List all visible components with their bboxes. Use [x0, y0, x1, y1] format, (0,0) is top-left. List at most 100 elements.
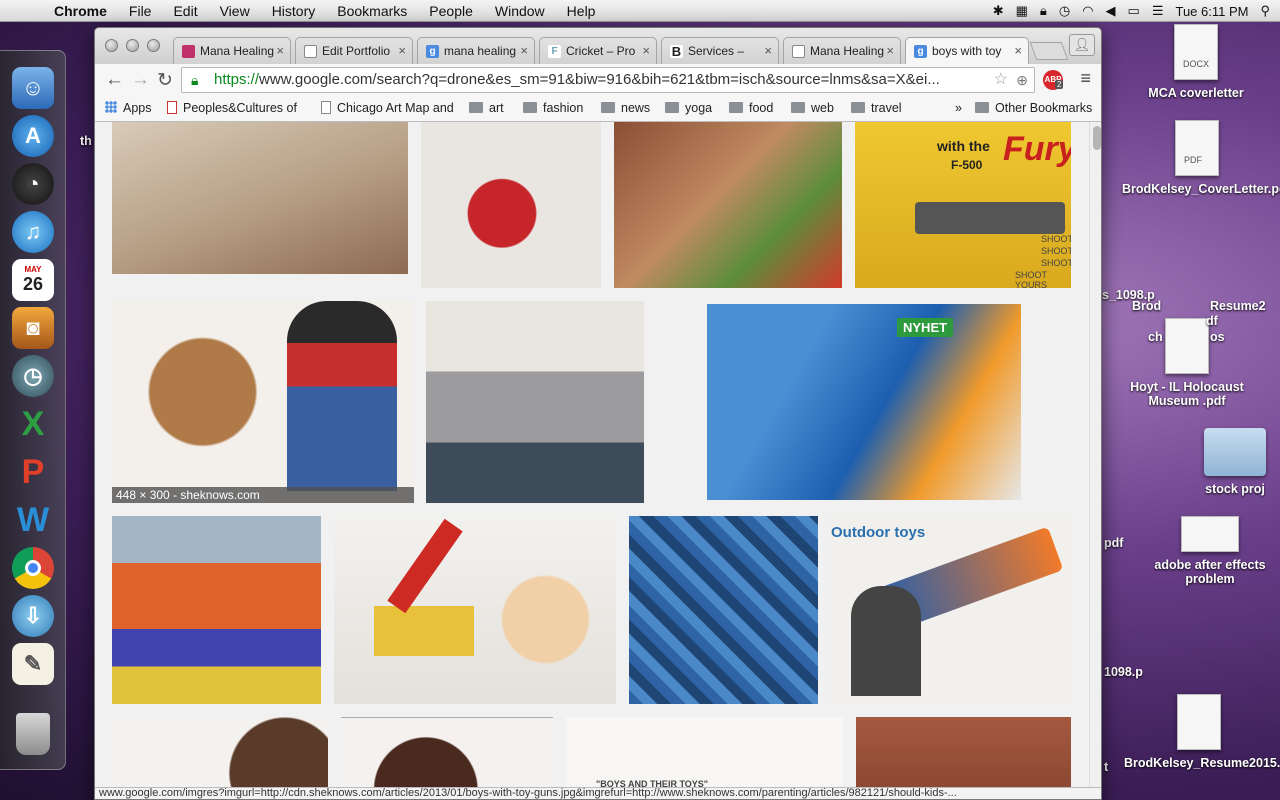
- image-result-fury-ad[interactable]: with the Fury F-500 SHOOT SHOOT SHOOT SH…: [855, 122, 1071, 288]
- minimize-window-button[interactable]: [126, 39, 139, 52]
- desktop-file-coverletter-pdf[interactable]: PDF BrodKelsey_CoverLetter.pdf: [1122, 120, 1280, 196]
- menu-history[interactable]: History: [261, 3, 327, 19]
- menu-edit[interactable]: Edit: [162, 3, 208, 19]
- tab-mana-healing-2[interactable]: Mana Healing ×: [783, 37, 901, 64]
- volume-icon[interactable]: ◀: [1106, 3, 1116, 19]
- battery-icon[interactable]: ▭: [1128, 3, 1140, 19]
- tab-cricket[interactable]: F Cricket – Pro ×: [539, 37, 657, 64]
- powerpoint-icon[interactable]: P: [12, 451, 54, 493]
- close-icon[interactable]: ×: [642, 43, 650, 58]
- bookmark-star-icon[interactable]: ☆: [994, 68, 1008, 92]
- image-result[interactable]: [112, 717, 328, 790]
- image-result[interactable]: [334, 516, 616, 704]
- secure-lock-icon: 🔒︎: [191, 72, 199, 88]
- image-result[interactable]: [426, 301, 644, 503]
- bookmark-folder-food[interactable]: food: [729, 101, 773, 115]
- finder-icon[interactable]: ☺: [12, 67, 54, 109]
- app-store-icon[interactable]: A: [12, 115, 54, 157]
- tab-mana-healing-1[interactable]: Mana Healing ×: [173, 37, 291, 64]
- image-result[interactable]: [112, 122, 408, 274]
- grid-icon[interactable]: ▦: [1016, 3, 1028, 19]
- spotlight-icon[interactable]: ⚲: [1260, 3, 1270, 19]
- bluetooth-icon[interactable]: ✱: [993, 3, 1004, 19]
- menu-people[interactable]: People: [418, 3, 484, 19]
- desktop-file-after-effects[interactable]: adobe after effects problem: [1140, 516, 1280, 586]
- itunes-icon[interactable]: ♫: [12, 211, 54, 253]
- dashboard-icon[interactable]: ◔: [12, 163, 54, 205]
- time-machine-icon[interactable]: ◷: [1059, 3, 1070, 19]
- close-icon[interactable]: ×: [398, 43, 406, 58]
- back-arrow-icon[interactable]: ←: [105, 69, 124, 91]
- bookmark-other-bookmarks[interactable]: Other Bookmarks: [975, 101, 1092, 115]
- scrollbar-thumb[interactable]: [1093, 126, 1101, 150]
- zoom-icon[interactable]: ⊕: [1016, 68, 1028, 92]
- menu-view[interactable]: View: [209, 3, 261, 19]
- new-tab-button[interactable]: [1029, 42, 1069, 60]
- bookmark-folder-web[interactable]: web: [791, 101, 834, 115]
- menu-window[interactable]: Window: [484, 3, 556, 19]
- bookmark-folder-fashion[interactable]: fashion: [523, 101, 583, 115]
- page-icon: [792, 45, 805, 58]
- image-result-nerf-ad[interactable]: NYHET: [707, 304, 1021, 500]
- address-bar[interactable]: 🔒︎ https://www.google.com/search?q=drone…: [181, 67, 1035, 93]
- menu-help[interactable]: Help: [556, 3, 607, 19]
- desktop-folder-stock-proj[interactable]: stock proj: [1192, 428, 1278, 496]
- image-result-cowboy-kids[interactable]: 448 × 300 - sheknows.com: [112, 301, 414, 503]
- bookmark-label: art: [489, 101, 504, 115]
- tab-edit-portfolio[interactable]: Edit Portfolio ×: [295, 37, 413, 64]
- bookmark-folder-art[interactable]: art: [469, 101, 504, 115]
- close-icon[interactable]: ×: [764, 43, 772, 58]
- desktop-fragment: pdf: [1104, 536, 1124, 550]
- calendar-icon[interactable]: MAY 26: [12, 259, 54, 301]
- excel-icon[interactable]: X: [12, 403, 54, 445]
- clock-text[interactable]: Tue 6:11 PM: [1175, 4, 1248, 19]
- bookmark-peoples-cultures[interactable]: Peoples&Cultures of: [167, 101, 303, 115]
- chrome-menu-icon[interactable]: ≡: [1080, 68, 1091, 89]
- profile-icon[interactable]: 👤︎: [1069, 34, 1095, 56]
- close-icon[interactable]: ×: [276, 43, 284, 58]
- chrome-icon[interactable]: [12, 547, 54, 589]
- image-result[interactable]: [629, 516, 818, 704]
- vertical-scrollbar[interactable]: [1089, 122, 1101, 790]
- image-result[interactable]: [614, 122, 842, 288]
- textedit-icon[interactable]: ✎: [12, 643, 54, 685]
- bookmarks-overflow-chevron[interactable]: »: [955, 101, 962, 115]
- tab-services[interactable]: B Services – ×: [661, 37, 779, 64]
- bookmark-folder-news[interactable]: news: [601, 101, 650, 115]
- desktop-file-mca-coverletter[interactable]: DOCX MCA coverletter: [1118, 24, 1274, 100]
- iphoto-icon[interactable]: ◙: [12, 307, 54, 349]
- reload-icon[interactable]: ↻: [157, 69, 173, 92]
- image-result-outdoor-toys[interactable]: Outdoor toys: [831, 516, 1071, 704]
- forward-arrow-icon[interactable]: →: [131, 69, 150, 91]
- menu-bookmarks[interactable]: Bookmarks: [326, 3, 418, 19]
- image-result[interactable]: [341, 717, 553, 790]
- app-menu-chrome[interactable]: Chrome: [44, 3, 118, 19]
- desktop-file-resume-ai[interactable]: BrodKelsey_Resume2015.ai: [1124, 694, 1280, 770]
- google-icon: g: [426, 45, 439, 58]
- image-result[interactable]: [112, 516, 321, 704]
- image-result[interactable]: [856, 717, 1071, 790]
- close-icon[interactable]: ×: [886, 43, 894, 58]
- word-icon[interactable]: W: [12, 499, 54, 541]
- close-icon[interactable]: ×: [520, 43, 528, 58]
- user-icon[interactable]: ☰: [1152, 3, 1164, 19]
- trash-icon[interactable]: [16, 713, 50, 755]
- menu-file[interactable]: File: [118, 3, 163, 19]
- folder-icon: [975, 102, 989, 113]
- time-machine-dock-icon[interactable]: ◷: [12, 355, 54, 397]
- bookmark-chicago-art-map[interactable]: Chicago Art Map and: [321, 101, 455, 115]
- bookmark-folder-yoga[interactable]: yoga: [665, 101, 712, 115]
- tab-mana-healing-google[interactable]: g mana healing ×: [417, 37, 535, 64]
- close-window-button[interactable]: [105, 39, 118, 52]
- zoom-window-button[interactable]: [147, 39, 160, 52]
- downloads-icon[interactable]: ⇩: [12, 595, 54, 637]
- desktop-file-hoyt-pdf[interactable]: Hoyt - IL Holocaust Museum .pdf: [1112, 318, 1262, 408]
- image-result-boys-and-their-toys[interactable]: "BOYS AND THEIR TOYS": [566, 717, 843, 790]
- wifi-icon[interactable]: ◠: [1082, 3, 1093, 19]
- close-icon[interactable]: ×: [1014, 43, 1022, 58]
- tab-boys-with-toys[interactable]: g boys with toy ×: [905, 37, 1029, 65]
- image-result[interactable]: [421, 122, 601, 288]
- bookmark-folder-travel[interactable]: travel: [851, 101, 902, 115]
- bookmark-apps[interactable]: Apps: [105, 101, 152, 115]
- lock-icon[interactable]: 🔒︎: [1040, 3, 1047, 19]
